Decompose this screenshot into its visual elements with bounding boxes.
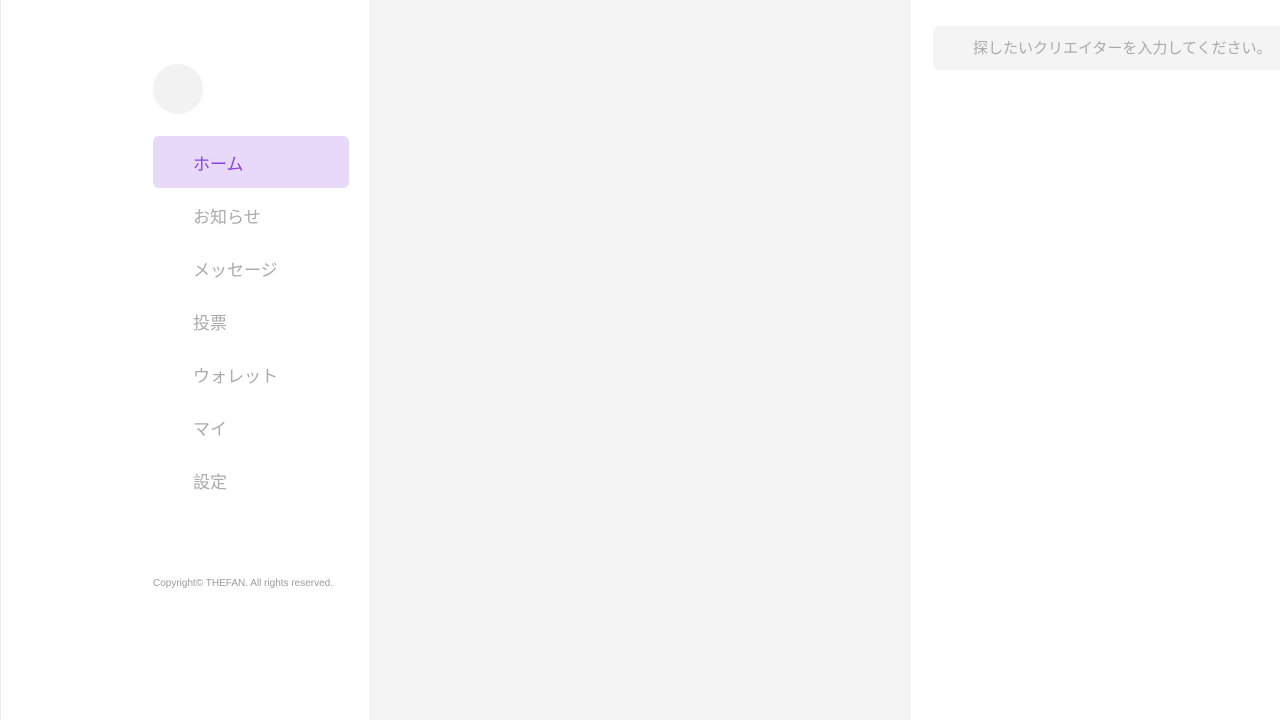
search-input[interactable] bbox=[973, 26, 1280, 70]
main-nav: ホーム お知らせ メッセージ 投票 ウォレット マイ 設定 bbox=[153, 136, 349, 507]
nav-item-my[interactable]: マイ bbox=[153, 401, 349, 454]
nav-item-messages[interactable]: メッセージ bbox=[153, 242, 349, 295]
left-sidebar: ホーム お知らせ メッセージ 投票 ウォレット マイ 設定 Copyright©… bbox=[0, 0, 371, 720]
nav-item-label: 投票 bbox=[193, 314, 227, 334]
search-box bbox=[933, 26, 1280, 70]
nav-item-label: マイ bbox=[193, 420, 227, 440]
right-sidebar bbox=[909, 0, 1280, 720]
main-content bbox=[371, 0, 909, 720]
nav-item-label: メッセージ bbox=[193, 261, 278, 281]
avatar[interactable] bbox=[153, 64, 203, 114]
nav-item-label: ホーム bbox=[193, 154, 244, 175]
nav-item-wallet[interactable]: ウォレット bbox=[153, 348, 349, 401]
nav-item-home[interactable]: ホーム bbox=[153, 136, 349, 188]
nav-item-label: ウォレット bbox=[193, 367, 278, 387]
copyright-text: Copyright© THEFAN. All rights reserved. bbox=[153, 578, 334, 589]
nav-item-vote[interactable]: 投票 bbox=[153, 295, 349, 348]
nav-item-label: 設定 bbox=[193, 473, 227, 493]
nav-item-label: お知らせ bbox=[193, 208, 261, 228]
nav-item-settings[interactable]: 設定 bbox=[153, 454, 349, 507]
app-root: ホーム お知らせ メッセージ 投票 ウォレット マイ 設定 Copyright©… bbox=[0, 0, 1280, 720]
nav-item-notifications[interactable]: お知らせ bbox=[153, 189, 349, 242]
